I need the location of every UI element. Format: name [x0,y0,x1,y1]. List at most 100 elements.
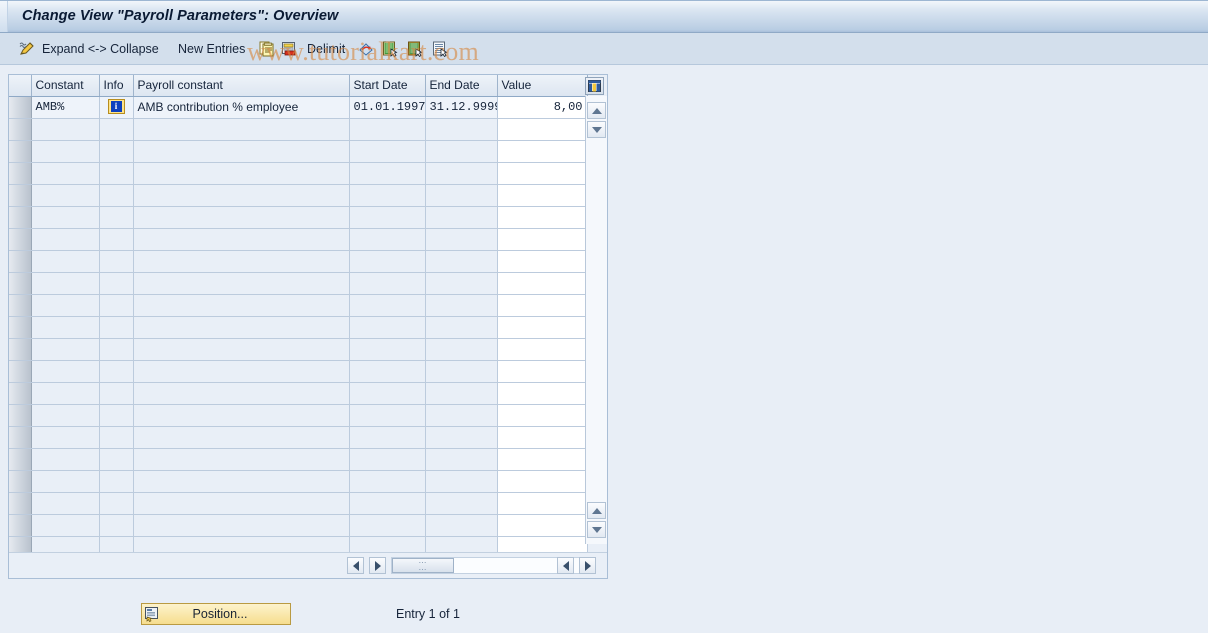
table-row[interactable] [9,426,588,449]
cell-constant[interactable] [31,228,100,251]
cell-constant[interactable] [31,470,100,493]
cell-start[interactable] [349,294,426,317]
table-row[interactable] [9,140,588,163]
column-header-value[interactable]: Value [497,75,588,97]
cell-value[interactable] [497,118,588,141]
cell-value[interactable] [497,228,588,251]
row-selector-cell[interactable] [9,272,32,295]
cell-value[interactable] [497,514,588,537]
cell-payroll[interactable] [133,360,350,383]
cell-end[interactable] [425,118,498,141]
scroll-up-icon[interactable] [587,102,606,119]
table-row[interactable] [9,250,588,273]
cell-start[interactable] [349,338,426,361]
cell-end[interactable] [425,140,498,163]
row-selector-cell[interactable] [9,404,32,427]
cell-value[interactable] [497,470,588,493]
cell-info[interactable] [99,272,134,295]
table-row[interactable] [9,184,588,207]
cell-info[interactable] [99,514,134,537]
table-row[interactable] [9,360,588,383]
cell-end[interactable] [425,316,498,339]
cell-info[interactable] [99,250,134,273]
cell-start[interactable] [349,162,426,185]
cell-constant[interactable] [31,294,100,317]
cell-info[interactable] [99,338,134,361]
cell-value[interactable] [497,294,588,317]
cell-end[interactable] [425,294,498,317]
cell-constant[interactable] [31,316,100,339]
cell-constant[interactable] [31,382,100,405]
cell-payroll[interactable] [133,382,350,405]
table-row[interactable] [9,470,588,493]
position-button[interactable]: Position... [141,603,291,625]
row-selector-cell[interactable] [9,426,32,449]
scroll-right-icon[interactable] [369,557,386,574]
table-row[interactable] [9,338,588,361]
cell-end[interactable] [425,382,498,405]
column-header-payroll-constant[interactable]: Payroll constant [133,75,350,97]
cell-start[interactable] [349,272,426,295]
cell-start[interactable] [349,140,426,163]
cell-end[interactable] [425,184,498,207]
cell-constant[interactable] [31,118,100,141]
cell-payroll[interactable] [133,492,350,515]
row-selector-cell[interactable] [9,360,32,383]
cell-start[interactable] [349,228,426,251]
cell-end[interactable] [425,206,498,229]
cell-end[interactable] [425,228,498,251]
cell-start[interactable] [349,514,426,537]
table-row[interactable] [9,404,588,427]
cell-info[interactable] [99,228,134,251]
cell-start[interactable] [349,470,426,493]
cell-payroll[interactable] [133,404,350,427]
cell-end[interactable] [425,492,498,515]
cell-info[interactable] [99,206,134,229]
row-selector-cell[interactable] [9,250,32,273]
cell-payroll[interactable] [133,448,350,471]
cell-payroll[interactable] [133,514,350,537]
cell-info[interactable] [99,162,134,185]
row-selector-cell[interactable] [9,514,32,537]
cell-start[interactable] [349,404,426,427]
cell-value[interactable] [497,426,588,449]
details-button[interactable] [432,33,448,65]
cell-info[interactable] [99,140,134,163]
cell-end[interactable] [425,448,498,471]
row-selector-cell[interactable] [9,470,32,493]
table-row[interactable] [9,118,588,141]
cell-start[interactable] [349,382,426,405]
table-row[interactable] [9,162,588,185]
scroll-left-icon[interactable] [347,557,364,574]
column-header-start-date[interactable]: Start Date [349,75,426,97]
column-config-icon[interactable] [585,77,604,95]
cell-payroll[interactable] [133,228,350,251]
cell-value[interactable] [497,140,588,163]
cell-start[interactable]: 01.01.1997 [349,96,426,119]
scroll-down-icon[interactable] [587,121,606,138]
horizontal-scrollbar[interactable]: ⋯ ⋯ [9,552,607,578]
cell-payroll[interactable] [133,162,350,185]
cell-value[interactable] [497,448,588,471]
vertical-scrollbar[interactable] [585,96,607,544]
cell-start[interactable] [349,448,426,471]
cell-payroll[interactable] [133,206,350,229]
cell-start[interactable] [349,316,426,339]
table-row[interactable] [9,228,588,251]
row-selector-cell[interactable] [9,382,32,405]
table-row[interactable] [9,382,588,405]
cell-payroll[interactable] [133,316,350,339]
cell-end[interactable] [425,272,498,295]
cell-end[interactable] [425,426,498,449]
cell-info[interactable] [99,470,134,493]
table-row[interactable] [9,448,588,471]
new-entries-button[interactable]: New Entries [178,33,245,65]
cell-constant[interactable] [31,448,100,471]
cell-payroll[interactable] [133,470,350,493]
cell-value[interactable] [497,162,588,185]
table-row[interactable] [9,492,588,515]
scroll-page-up-icon[interactable] [587,502,606,519]
cell-payroll[interactable] [133,294,350,317]
cell-value[interactable] [497,184,588,207]
cell-end[interactable] [425,404,498,427]
